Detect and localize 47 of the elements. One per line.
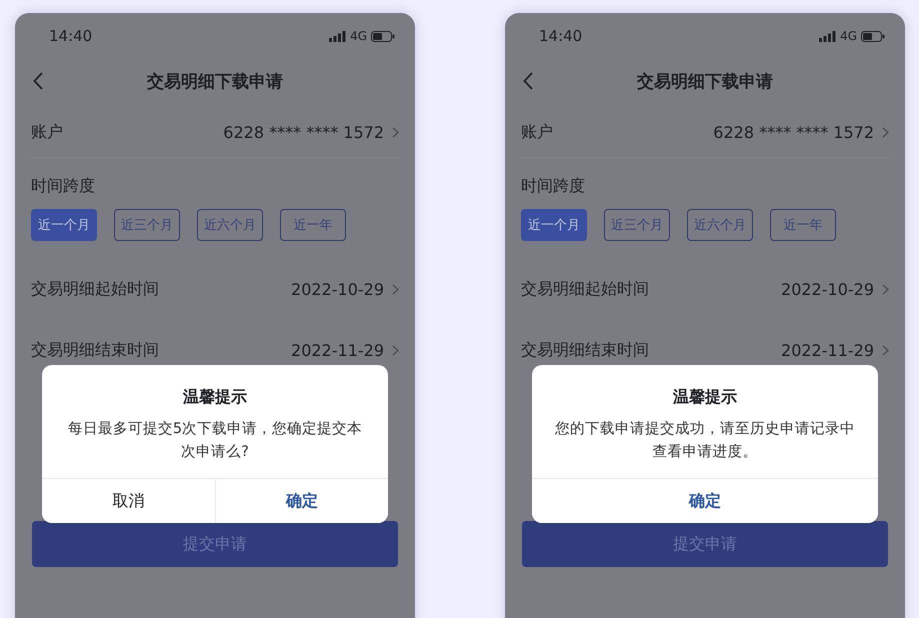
chevron-icon[interactable] <box>392 284 399 295</box>
battery-icon <box>371 30 395 42</box>
chevron-icon[interactable] <box>392 345 399 356</box>
status-time: 14:40 <box>539 27 582 45</box>
chevron-icon[interactable] <box>392 126 399 138</box>
date-label: 交易明细结束时间 <box>521 340 650 361</box>
date-value[interactable]: 2022-10-29 <box>291 280 384 299</box>
dialog-title: 温馨提示 <box>182 386 248 408</box>
time-span-chip[interactable]: 近一个月 <box>31 209 97 241</box>
signal-icon <box>819 30 836 42</box>
date-label: 交易明细起始时间 <box>31 279 160 300</box>
date-value[interactable]: 2022-11-29 <box>291 341 384 360</box>
status-time: 14:40 <box>49 27 92 45</box>
time-span-chip[interactable]: 近六个月 <box>687 209 753 241</box>
page-title: 交易明细下载申请 <box>147 70 283 92</box>
page-title: 交易明细下载申请 <box>637 70 773 92</box>
confirm-button[interactable]: 确定 <box>214 479 388 523</box>
time-span-chip[interactable]: 近一年 <box>770 209 836 241</box>
account-number: 6228 **** **** 1572 <box>713 122 874 142</box>
section-title: 时间跨度 <box>30 175 96 197</box>
time-span-chip[interactable]: 近三个月 <box>114 209 180 241</box>
submit-button[interactable]: 提交申请 <box>32 521 398 567</box>
account-number: 6228 **** **** 1572 <box>223 122 384 142</box>
date-label: 交易明细结束时间 <box>31 340 160 361</box>
account-label: 账户 <box>521 122 554 142</box>
battery-icon <box>861 30 885 42</box>
network-label: 4G <box>840 29 857 43</box>
chevron-icon[interactable] <box>882 126 889 138</box>
account-label: 账户 <box>31 122 64 142</box>
back-icon[interactable] <box>523 72 533 90</box>
section-title: 时间跨度 <box>520 175 586 197</box>
date-value[interactable]: 2022-10-29 <box>781 280 874 299</box>
time-span-chip[interactable]: 近一年 <box>280 209 346 241</box>
dialog-title: 温馨提示 <box>672 386 738 408</box>
network-label: 4G <box>350 29 367 43</box>
signal-icon <box>329 30 346 42</box>
chevron-icon[interactable] <box>882 345 889 356</box>
date-value[interactable]: 2022-11-29 <box>781 341 874 360</box>
time-span-chip[interactable]: 近一个月 <box>521 209 587 241</box>
time-span-chip[interactable]: 近六个月 <box>197 209 263 241</box>
date-label: 交易明细起始时间 <box>521 279 650 300</box>
dialog-message: 每日最多可提交5次下载申请，您确定提交本次申请么? <box>66 420 364 462</box>
dialog-message: 您的下载申请提交成功，请至历史申请记录中查看申请进度。 <box>554 420 856 462</box>
chevron-icon[interactable] <box>882 284 889 295</box>
submit-button[interactable]: 提交申请 <box>522 521 888 567</box>
back-icon[interactable] <box>33 72 43 90</box>
time-span-chip[interactable]: 近三个月 <box>604 209 670 241</box>
